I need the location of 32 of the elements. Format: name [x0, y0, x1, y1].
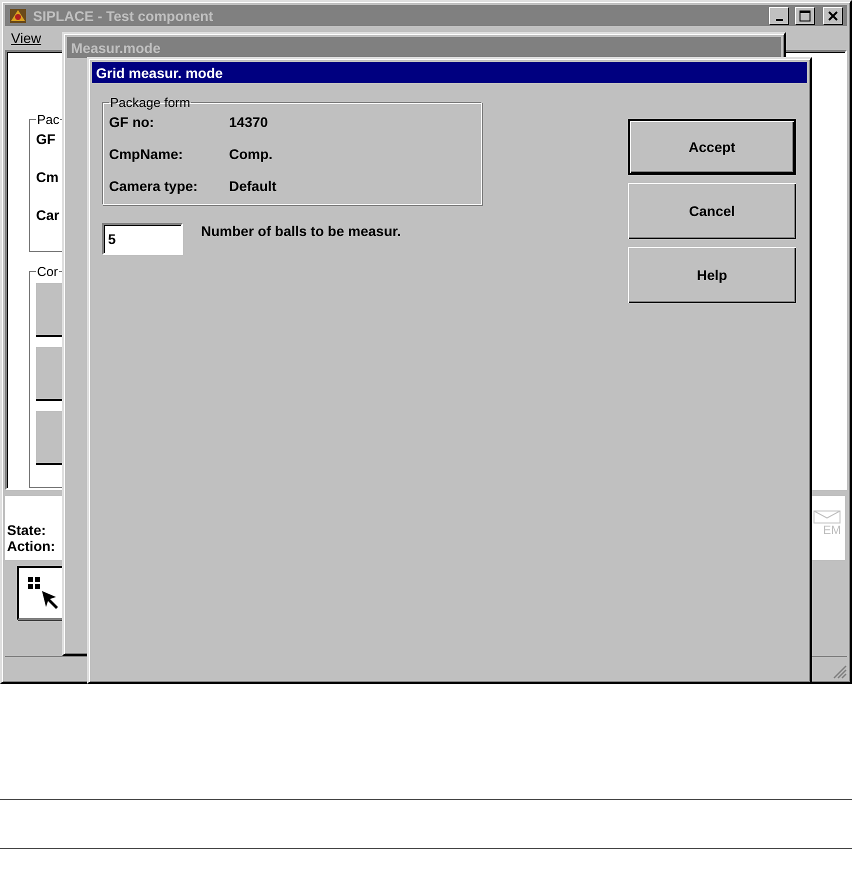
size-grip-icon: [831, 663, 847, 679]
dialog-button[interactable]: Cancel: [628, 183, 796, 239]
close-button[interactable]: [823, 6, 843, 24]
balls-label: Number of balls to be measur.: [201, 223, 401, 239]
field-value: 14370: [229, 114, 269, 130]
group-legend: Package form: [109, 95, 192, 110]
group-legend: Cor: [36, 264, 59, 280]
app-logo-icon: [9, 6, 27, 24]
field-label: Cm: [36, 169, 59, 185]
status-label: State:: [7, 522, 46, 538]
balls-input-field[interactable]: 5: [102, 223, 183, 255]
dialog-title: Grid measur. mode: [96, 64, 224, 80]
field-label: Camera type:: [109, 178, 199, 194]
dialog-button[interactable]: Help: [628, 247, 796, 303]
maximize-icon: [799, 10, 811, 22]
field-label: Car: [36, 207, 60, 223]
field-value: Default: [229, 178, 278, 194]
logo-text: EM: [823, 524, 841, 536]
minimize-icon: [776, 18, 782, 20]
group-legend: Pac: [36, 112, 60, 127]
dialog-button[interactable]: Accept: [628, 119, 796, 175]
window-title: SIPLACE - Test component: [33, 8, 214, 24]
field-label: GF no:: [109, 114, 156, 130]
maximize-button[interactable]: [795, 6, 815, 24]
field-label: GF: [36, 131, 56, 147]
status-label: Action:: [7, 538, 56, 554]
close-icon: [828, 10, 838, 20]
minimize-button[interactable]: [769, 6, 789, 24]
field-label: CmpName:: [109, 146, 184, 162]
field-value: Comp.: [229, 146, 274, 162]
window-title: Measur.mode: [71, 40, 162, 56]
menu-item[interactable]: View: [11, 30, 42, 46]
